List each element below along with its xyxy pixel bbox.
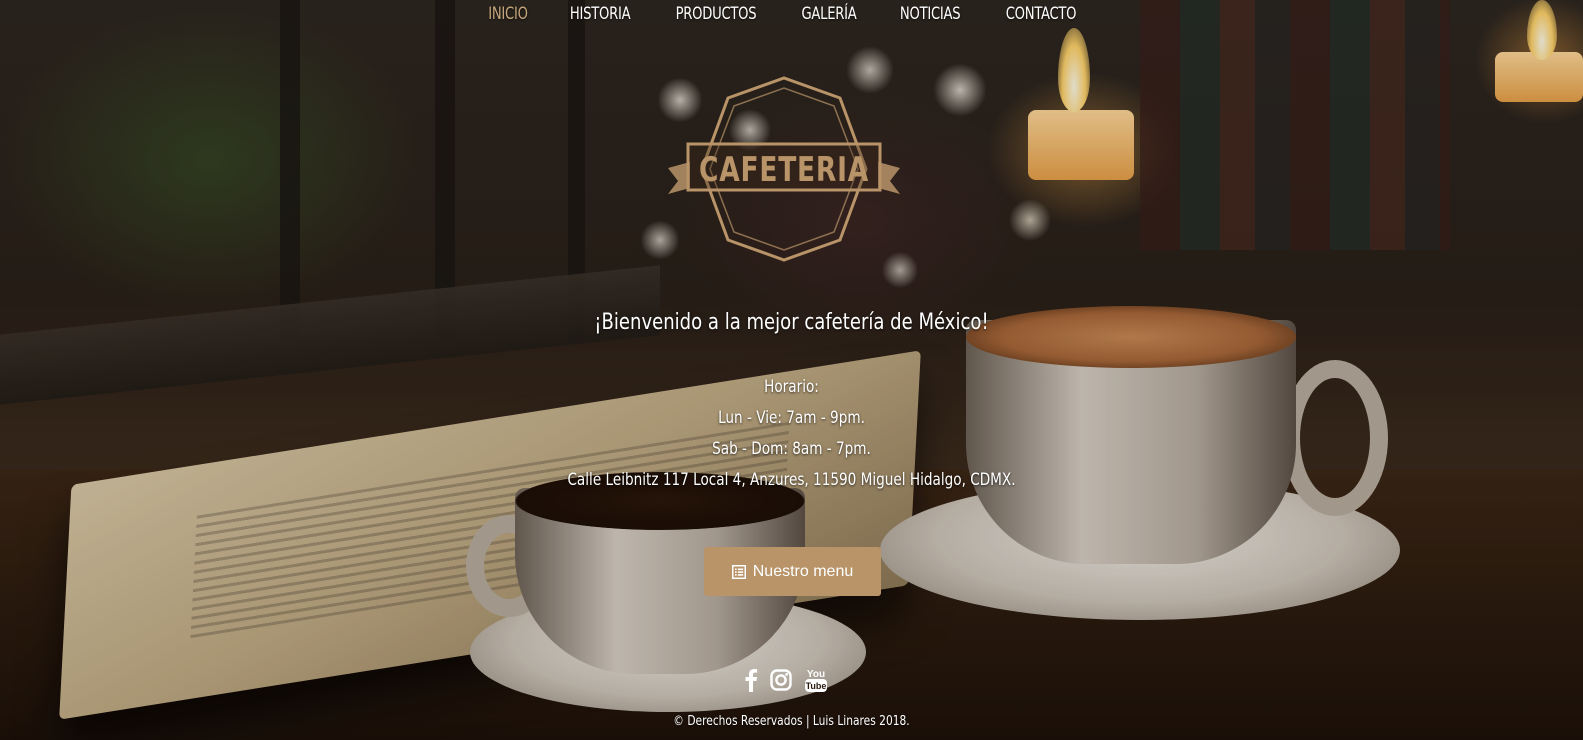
- schedule-weekend: Sab - Dom: 8am - 7pm.: [712, 439, 871, 459]
- nav-item-historia[interactable]: Historia: [570, 0, 631, 28]
- social-links: You Tube: [744, 668, 844, 696]
- nav-item-galeria[interactable]: Galería: [802, 0, 857, 28]
- logo-text: CAFETERIA: [699, 150, 869, 190]
- menu-button-label: Nuestro menu: [752, 562, 854, 580]
- facebook-link[interactable]: [744, 668, 758, 697]
- hero-section: Inicio Historia Productos Galería Notici…: [0, 0, 1583, 740]
- nav-item-contacto[interactable]: Contacto: [1005, 0, 1076, 28]
- nav-item-noticias[interactable]: Noticias: [900, 0, 961, 28]
- main-nav: Inicio Historia Productos Galería Notici…: [0, 0, 1583, 30]
- schedule-block: Horario: Lun - Vie: 7am - 9pm. Sab - Dom…: [158, 372, 1424, 496]
- instagram-icon: [770, 668, 792, 691]
- svg-text:Tube: Tube: [806, 681, 827, 691]
- menu-button[interactable]: Nuestro menu: [704, 547, 881, 596]
- nav-list: Inicio Historia Productos Galería Notici…: [485, 0, 1081, 30]
- address: Calle Leibnitz 117 Local 4, Anzures, 115…: [567, 470, 1016, 490]
- nav-item-productos[interactable]: Productos: [676, 0, 757, 28]
- instagram-link[interactable]: [770, 668, 792, 696]
- youtube-link[interactable]: You Tube: [804, 667, 828, 698]
- schedule-title: Horario:: [764, 377, 819, 397]
- copyright-text: © Derechos Reservados | Luis Linares 201…: [673, 714, 910, 729]
- schedule-weekdays: Lun - Vie: 7am - 9pm.: [718, 408, 865, 428]
- list-icon: [731, 564, 746, 579]
- cafeteria-logo: CAFETERIA: [668, 76, 900, 262]
- welcome-heading: ¡Bienvenido a la mejor cafetería de Méxi…: [594, 310, 989, 335]
- facebook-icon: [745, 668, 758, 692]
- youtube-icon: You Tube: [805, 669, 827, 692]
- nav-item-inicio[interactable]: Inicio: [489, 0, 529, 28]
- svg-text:You: You: [807, 669, 825, 680]
